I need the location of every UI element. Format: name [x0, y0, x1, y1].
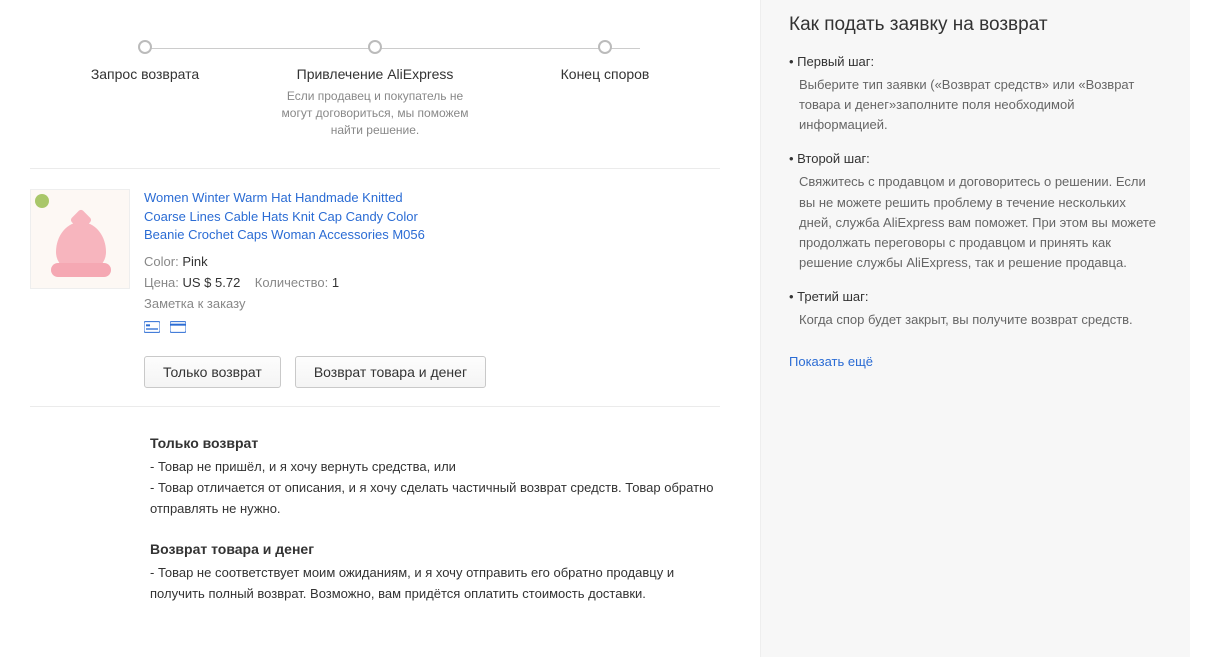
product-price-qty: Цена: US $ 5.72 Количество: 1	[144, 275, 720, 290]
step-dot-icon	[368, 40, 382, 54]
progress-tracker: Запрос возврата Привлечение AliExpress Е…	[30, 0, 720, 169]
payment-icons	[144, 321, 720, 336]
main-column: Запрос возврата Привлечение AliExpress Е…	[0, 0, 740, 657]
qty-label: Количество:	[255, 275, 328, 290]
sidebar-step-label: Второй шаг:	[789, 151, 1162, 166]
tracker-step-request: Запрос возврата	[30, 40, 260, 138]
help-sidebar: Как подать заявку на возврат Первый шаг:…	[760, 0, 1190, 657]
price-value: US $ 5.72	[183, 275, 241, 290]
step-label: Конец споров	[490, 66, 720, 82]
explain-line: - Товар не пришёл, и я хочу вернуть сред…	[150, 457, 720, 478]
step-dot-icon	[598, 40, 612, 54]
tracker-step-escalate: Привлечение AliExpress Если продавец и п…	[260, 40, 490, 138]
return-and-refund-button[interactable]: Возврат товара и денег	[295, 356, 486, 388]
sidebar-step-text: Выберите тип заявки («Возврат средств» и…	[799, 75, 1162, 135]
sidebar-step-text: Свяжитесь с продавцом и договоритесь о р…	[799, 172, 1162, 273]
sidebar-step-label: Первый шаг:	[789, 54, 1162, 69]
explanation-section: Только возврат - Товар не пришёл, и я хо…	[30, 407, 720, 637]
tracker-step-finish: Конец споров	[490, 40, 720, 138]
explain-line: - Товар отличается от описания, и я хочу…	[150, 478, 720, 520]
product-info: Women Winter Warm Hat Handmade Knitted C…	[144, 189, 720, 388]
sidebar-step-1: Первый шаг: Выберите тип заявки («Возвра…	[789, 54, 1162, 135]
explain-title: Возврат товара и денег	[150, 541, 720, 557]
step-dot-icon	[138, 40, 152, 54]
order-note: Заметка к заказу	[144, 296, 720, 311]
sidebar-step-2: Второй шаг: Свяжитесь с продавцом и дого…	[789, 151, 1162, 273]
show-more-link[interactable]: Показать ещё	[789, 354, 873, 369]
step-label: Запрос возврата	[30, 66, 260, 82]
color-value: Pink	[182, 254, 207, 269]
return-refund-explain: Возврат товара и денег - Товар не соотве…	[150, 541, 720, 605]
product-row: Women Winter Warm Hat Handmade Knitted C…	[30, 169, 720, 407]
step-label: Привлечение AliExpress	[260, 66, 490, 82]
step-desc: Если продавец и покупатель не могут дого…	[275, 88, 475, 138]
product-color: Color: Pink	[144, 254, 720, 269]
card-icon	[144, 321, 160, 336]
refund-only-button[interactable]: Только возврат	[144, 356, 281, 388]
sidebar-step-3: Третий шаг: Когда спор будет закрыт, вы …	[789, 289, 1162, 330]
sidebar-step-label: Третий шаг:	[789, 289, 1162, 304]
card-icon	[170, 321, 186, 336]
color-label: Color:	[144, 254, 179, 269]
product-thumbnail[interactable]	[30, 189, 130, 289]
price-label: Цена:	[144, 275, 179, 290]
sidebar-title: Как подать заявку на возврат	[789, 14, 1162, 36]
refund-only-explain: Только возврат - Товар не пришёл, и я хо…	[150, 435, 720, 519]
explain-line: - Товар не соответствует моим ожиданиям,…	[150, 563, 720, 605]
qty-value: 1	[332, 275, 339, 290]
sidebar-step-text: Когда спор будет закрыт, вы получите воз…	[799, 310, 1162, 330]
explain-title: Только возврат	[150, 435, 720, 451]
product-title-link[interactable]: Women Winter Warm Hat Handmade Knitted C…	[144, 189, 444, 244]
